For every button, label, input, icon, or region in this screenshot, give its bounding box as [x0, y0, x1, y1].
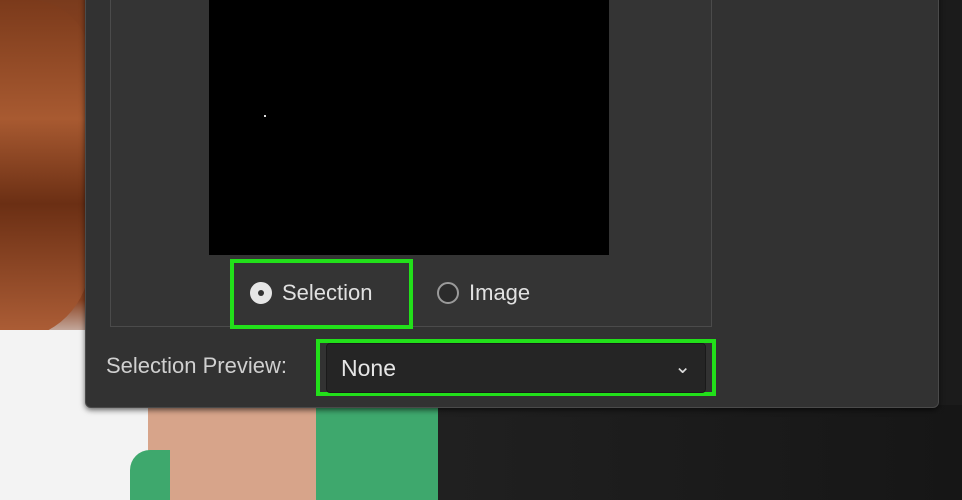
selection-preview-canvas[interactable] [209, 0, 609, 255]
radio-unselected-icon[interactable] [437, 282, 459, 304]
photo-hair [0, 0, 90, 340]
selection-preview-value: None [341, 355, 396, 381]
image-radio-label: Image [469, 280, 531, 305]
chevron-down-icon: ⌄ [674, 356, 691, 378]
selection-radio[interactable]: Selection [250, 280, 373, 306]
selection-preview-label: Selection Preview: [106, 353, 287, 378]
photo-skin [148, 405, 318, 500]
radio-selected-icon[interactable] [250, 282, 272, 304]
photo-green-area [316, 405, 438, 500]
selection-preview-select[interactable]: None ⌄ [326, 343, 706, 393]
photo-dark-area [438, 405, 962, 500]
color-range-dialog: Selection Image Selection Preview: None … [85, 0, 939, 408]
photo-dark-edge [938, 0, 962, 405]
preview-selected-pixel [264, 115, 266, 117]
selection-radio-label: Selection [282, 280, 373, 305]
photo-green-area-left [130, 450, 170, 500]
image-radio[interactable]: Image [437, 280, 530, 306]
